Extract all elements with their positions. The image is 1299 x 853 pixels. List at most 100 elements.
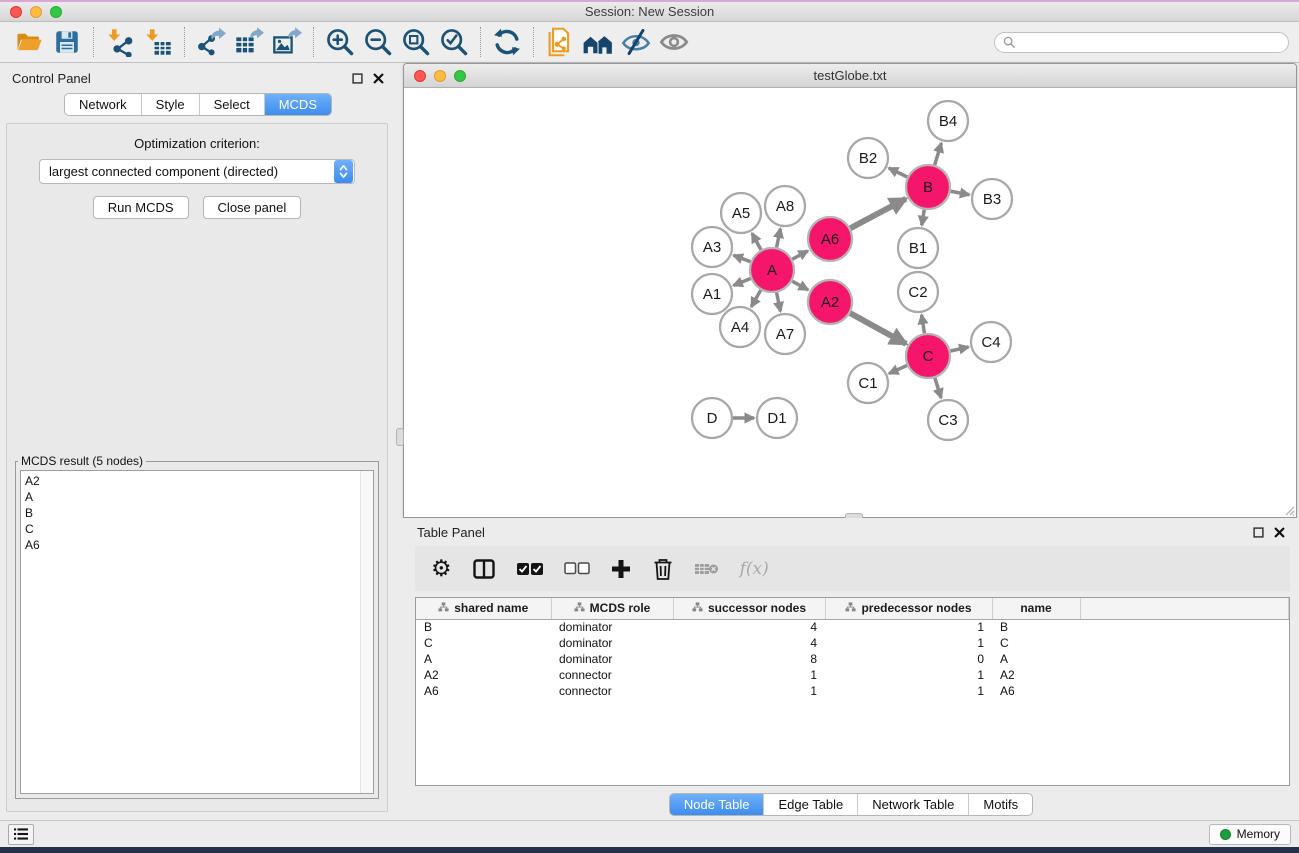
function-builder-button[interactable]: f(x): [740, 559, 769, 579]
column-header-name[interactable]: name: [992, 598, 1080, 619]
table-row[interactable]: A2connector11A2: [416, 667, 1289, 683]
close-network-window-button[interactable]: [414, 70, 426, 82]
hide-selected-button[interactable]: [617, 24, 655, 60]
search-input[interactable]: [1016, 35, 1280, 49]
show-panels-button[interactable]: [8, 824, 34, 845]
close-panel-icon[interactable]: [1274, 527, 1285, 538]
graph-edge-A6-B[interactable]: [850, 199, 906, 229]
tab-edge-table[interactable]: Edge Table: [763, 794, 857, 815]
node-table[interactable]: shared nameMCDS rolesuccessor nodesprede…: [415, 597, 1290, 786]
graph-edge-A-A4[interactable]: [751, 290, 760, 307]
home-button[interactable]: [579, 24, 617, 60]
deselect-all-button[interactable]: [564, 562, 590, 575]
minimize-network-window-button[interactable]: [434, 70, 446, 82]
memory-button[interactable]: Memory: [1209, 824, 1291, 845]
scrollbar-track[interactable]: [360, 471, 373, 793]
graph-edge-A-A2[interactable]: [792, 281, 808, 290]
graph-edge-C-C2[interactable]: [922, 315, 925, 334]
network-window-titlebar[interactable]: testGlobe.txt: [404, 64, 1296, 88]
column-header-filler: [1080, 598, 1289, 619]
mcds-result-item[interactable]: B: [25, 505, 373, 521]
graph-edge-B-B4[interactable]: [935, 143, 942, 165]
show-all-button[interactable]: [655, 24, 693, 60]
delete-table-button[interactable]: [694, 560, 720, 578]
criterion-select[interactable]: largest connected component (directed): [39, 159, 355, 184]
import-network-button[interactable]: [101, 24, 139, 60]
graph-edge-C-C3[interactable]: [935, 378, 941, 398]
delete-row-button[interactable]: [652, 557, 674, 581]
close-panel-icon[interactable]: [373, 73, 384, 84]
tab-mcds[interactable]: MCDS: [264, 94, 331, 115]
column-header-predecessor-nodes[interactable]: predecessor nodes: [825, 598, 992, 619]
table-row[interactable]: Adominator80A: [416, 651, 1289, 667]
close-window-button[interactable]: [10, 6, 22, 18]
column-header-successor-nodes[interactable]: successor nodes: [673, 598, 825, 619]
tab-network[interactable]: Network: [65, 94, 141, 115]
vertical-split-handle[interactable]: [396, 428, 404, 446]
graph-edge-A-A1[interactable]: [733, 279, 750, 286]
table-row[interactable]: Bdominator41B: [416, 619, 1289, 635]
column-header-shared-name[interactable]: shared name: [416, 598, 551, 619]
graph-edge-B-B3[interactable]: [951, 191, 970, 195]
column-header-MCDS-role[interactable]: MCDS role: [551, 598, 673, 619]
table-row[interactable]: A6connector11A6: [416, 683, 1289, 699]
table-cell: 1: [825, 635, 992, 651]
graph-edge-A-A8[interactable]: [777, 229, 781, 248]
resize-grip-icon[interactable]: [1283, 504, 1295, 516]
shared-column-icon: [438, 602, 449, 613]
open-session-button[interactable]: [10, 24, 48, 60]
zoom-out-button[interactable]: [359, 24, 397, 60]
mcds-panel: Optimization criterion: largest connecte…: [6, 123, 388, 812]
search-box[interactable]: [994, 32, 1289, 53]
mcds-result-item[interactable]: A2: [25, 473, 373, 489]
toolbar-separator: [533, 27, 534, 57]
graph-edge-A-A5[interactable]: [752, 233, 761, 250]
table-row[interactable]: Cdominator41C: [416, 635, 1289, 651]
maximize-network-window-button[interactable]: [454, 70, 466, 82]
graph-edge-C-C1[interactable]: [889, 365, 907, 373]
select-all-button[interactable]: [516, 562, 544, 576]
tab-select[interactable]: Select: [199, 94, 264, 115]
graph-node-label-B1: B1: [909, 240, 927, 257]
save-session-button[interactable]: [48, 24, 86, 60]
table-cell: A2: [992, 667, 1080, 683]
import-table-button[interactable]: [139, 24, 177, 60]
graph-edge-C-C4[interactable]: [950, 347, 968, 351]
search-icon: [1003, 36, 1016, 49]
zoom-fit-icon: [401, 27, 431, 57]
tab-style[interactable]: Style: [141, 94, 199, 115]
network-canvas[interactable]: B4B2BB3A5A8A6A3B1AA1C2A2A4A7C4CC1C3DD1: [404, 88, 1296, 517]
zoom-in-button[interactable]: [321, 24, 359, 60]
zoom-selected-button[interactable]: [435, 24, 473, 60]
mcds-result-item[interactable]: A6: [25, 537, 373, 553]
refresh-button[interactable]: [488, 24, 526, 60]
float-panel-icon[interactable]: [352, 73, 363, 84]
settings-gear-button[interactable]: ⚙: [431, 557, 452, 580]
show-column-button[interactable]: [472, 557, 496, 581]
table-cell: 1: [673, 683, 825, 699]
mcds-result-item[interactable]: C: [25, 521, 373, 537]
graph-edge-A2-C[interactable]: [850, 313, 906, 344]
tab-node-table[interactable]: Node Table: [670, 794, 764, 815]
import-table-icon: [143, 27, 173, 57]
export-image-button[interactable]: [268, 24, 306, 60]
graph-edge-A-A3[interactable]: [733, 255, 750, 262]
float-panel-icon[interactable]: [1253, 527, 1264, 538]
graph-edge-B-B1[interactable]: [922, 210, 925, 226]
new-network-from-selection-button[interactable]: [541, 24, 579, 60]
export-table-button[interactable]: [230, 24, 268, 60]
close-panel-button[interactable]: Close panel: [203, 196, 302, 219]
add-row-button[interactable]: [610, 558, 632, 580]
minimize-window-button[interactable]: [30, 6, 42, 18]
tab-motifs[interactable]: Motifs: [968, 794, 1032, 815]
graph-edge-A-A7[interactable]: [777, 293, 781, 312]
zoom-fit-button[interactable]: [397, 24, 435, 60]
graph-edge-B-B2[interactable]: [889, 168, 908, 177]
maximize-window-button[interactable]: [50, 6, 62, 18]
run-mcds-button[interactable]: Run MCDS: [93, 196, 189, 219]
graph-edge-A-A6[interactable]: [792, 251, 808, 259]
tab-network-table[interactable]: Network Table: [857, 794, 968, 815]
mcds-result-item[interactable]: A: [25, 489, 373, 505]
export-network-button[interactable]: [192, 24, 230, 60]
mcds-result-list[interactable]: A2ABCA6: [20, 470, 374, 794]
